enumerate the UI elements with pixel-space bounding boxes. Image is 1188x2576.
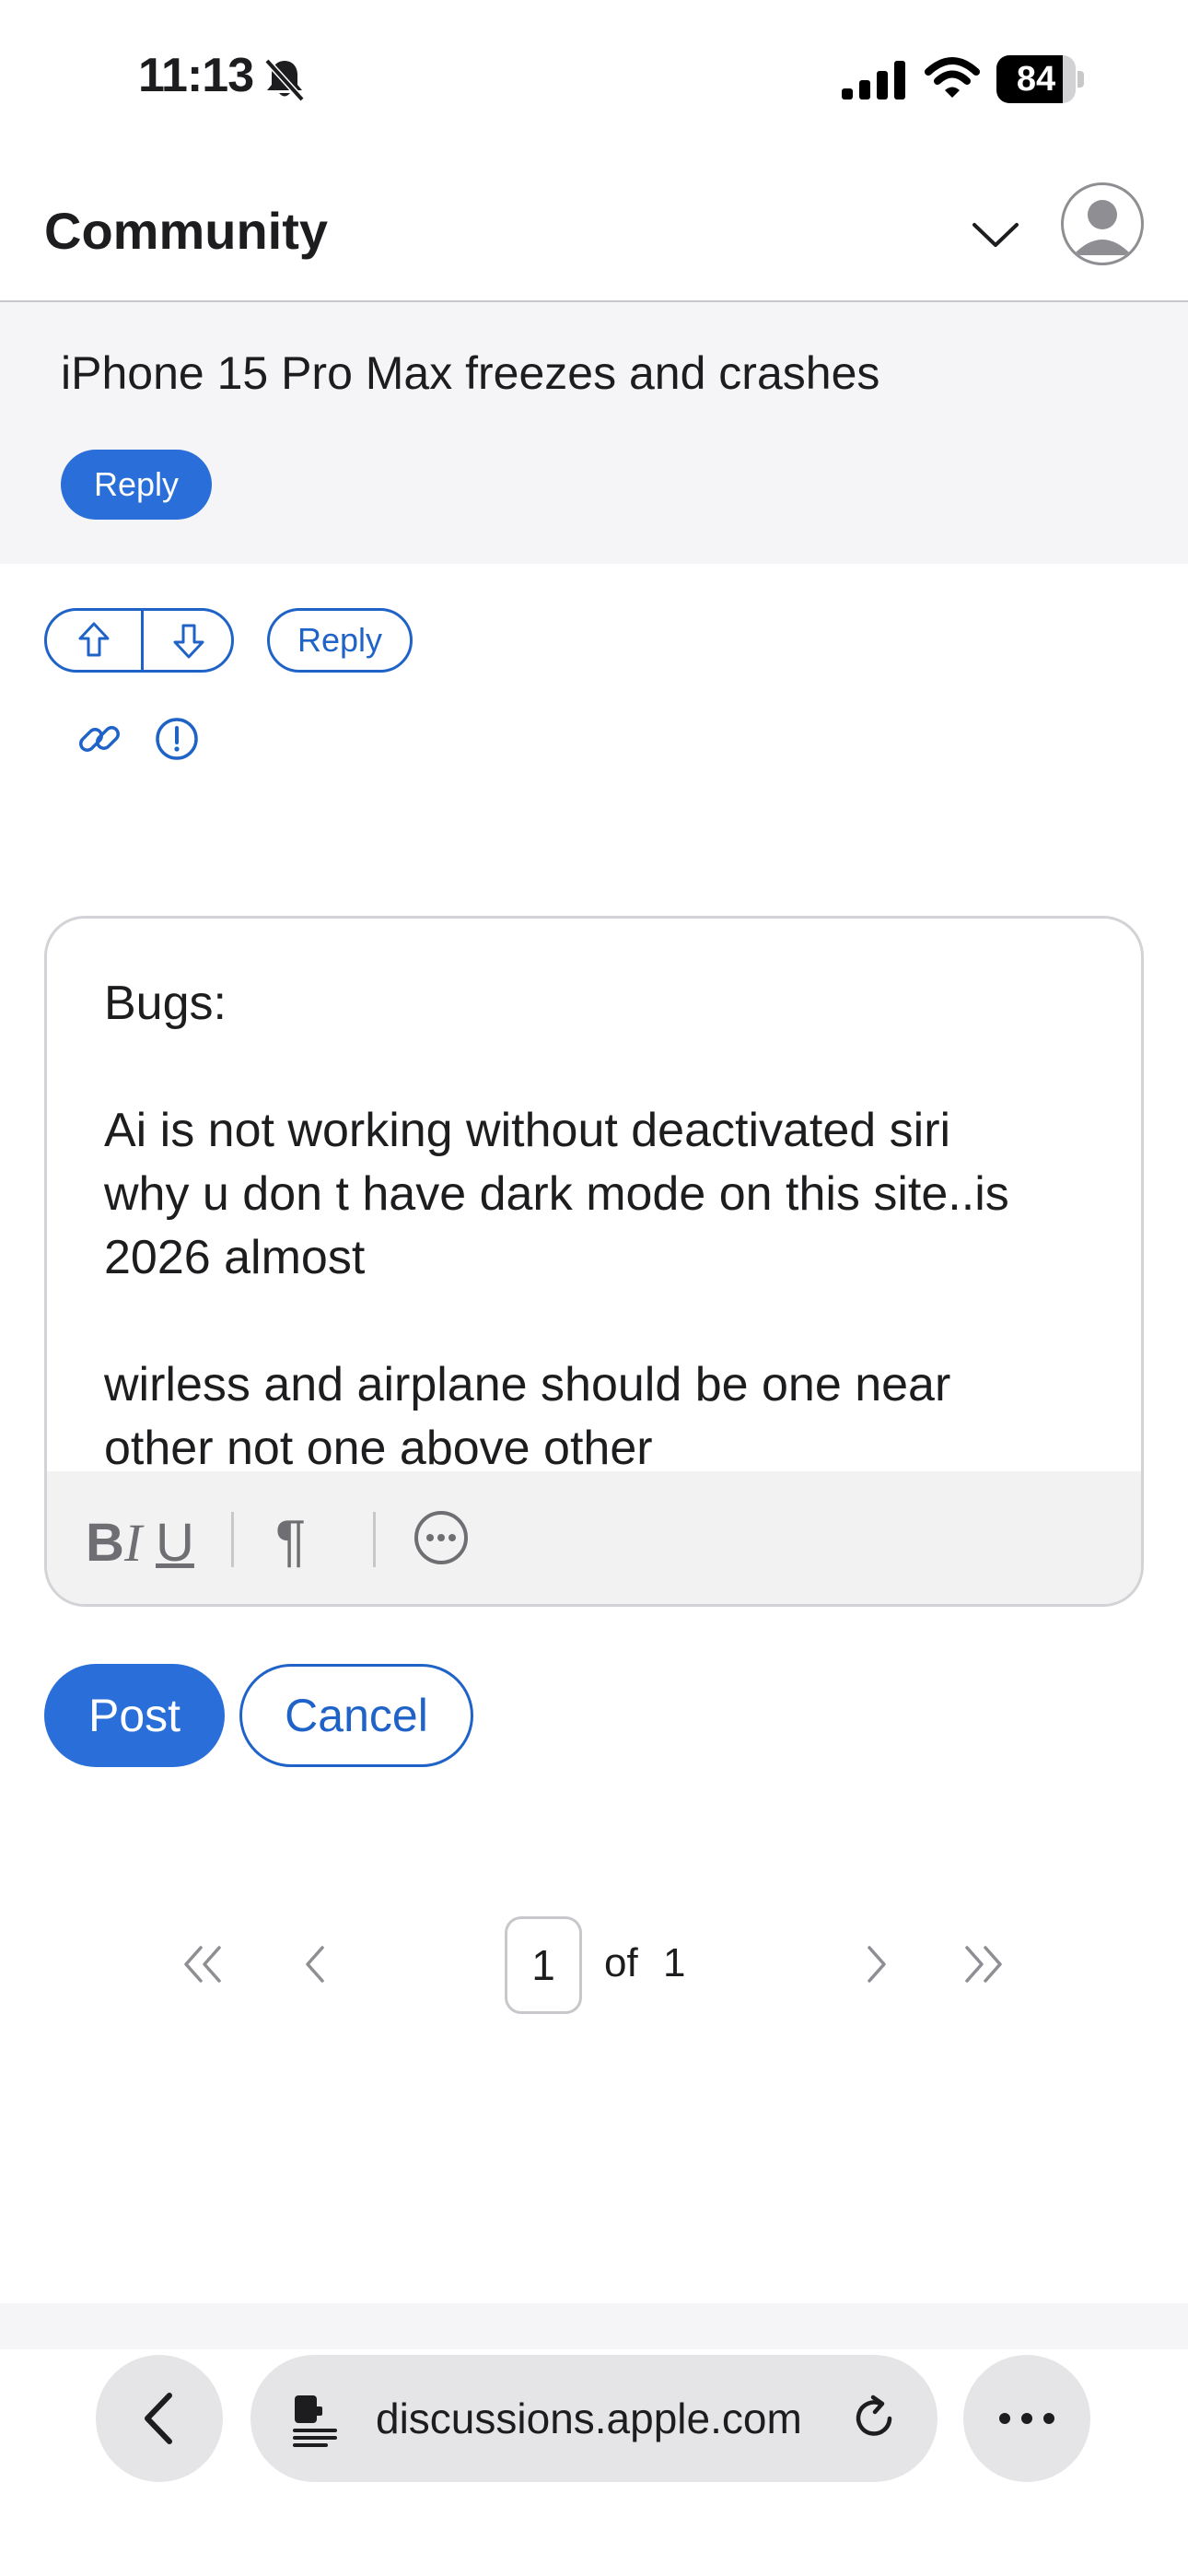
upvote-icon [78,622,110,657]
cancel-button[interactable]: Cancel [239,1664,473,1767]
report-icon[interactable] [151,713,203,765]
thread-bar [0,302,1188,564]
next-page-icon[interactable] [847,1935,906,1994]
page-menu-icon[interactable] [289,2392,341,2447]
reload-icon[interactable] [849,2394,899,2443]
bell-slash-icon [264,58,305,102]
ellipsis-icon [999,2413,1054,2424]
downvote-button[interactable] [144,611,231,670]
downvote-icon [173,624,204,659]
page-of-label: of [604,1940,638,1985]
first-page-icon[interactable] [175,1935,234,1994]
status-time: 11:13 [138,49,254,102]
battery-icon: 84 [996,55,1085,103]
paragraph-button[interactable]: ¶ [275,1508,306,1574]
wifi-icon [925,57,980,98]
italic-button[interactable]: I [124,1512,142,1574]
upvote-button[interactable] [47,611,141,670]
underline-button[interactable]: U [156,1512,194,1574]
editor-toolbar: B I U ¶ [47,1471,1141,1604]
vote-group [44,608,234,673]
page-total: 1 [663,1940,686,1985]
toolbar-divider [373,1512,376,1567]
reply-editor[interactable]: Bugs: Ai is not working without deactiva… [44,916,1144,1607]
page-title[interactable]: Community [44,201,328,261]
page-number-input[interactable]: 1 [505,1916,582,2014]
previous-page-icon[interactable] [285,1935,344,1994]
battery-level: 84 [1016,60,1056,99]
address-bar[interactable]: discussions.apple.com [250,2355,938,2482]
url-text[interactable]: discussions.apple.com [376,2355,802,2482]
more-options-icon[interactable] [412,1508,471,1567]
signal-icon [842,61,905,100]
toolbar-divider [231,1512,234,1567]
page-footer-strip [0,2303,1188,2349]
more-button[interactable] [963,2355,1090,2482]
editor-text[interactable]: Bugs: Ai is not working without deactiva… [104,972,1099,1481]
avatar[interactable] [1061,182,1144,265]
back-icon [145,2393,172,2444]
thread-title: iPhone 15 Pro Max freezes and crashes [61,347,880,399]
post-button[interactable]: Post [44,1664,225,1767]
link-icon[interactable] [74,713,125,765]
back-button[interactable] [96,2355,223,2482]
post-reply-button[interactable]: Reply [267,608,413,673]
chevron-down-icon[interactable] [969,208,1022,262]
avatar-icon [1073,200,1132,255]
reply-button[interactable]: Reply [61,450,212,520]
bold-button[interactable]: B [86,1512,124,1574]
last-page-icon[interactable] [952,1935,1011,1994]
